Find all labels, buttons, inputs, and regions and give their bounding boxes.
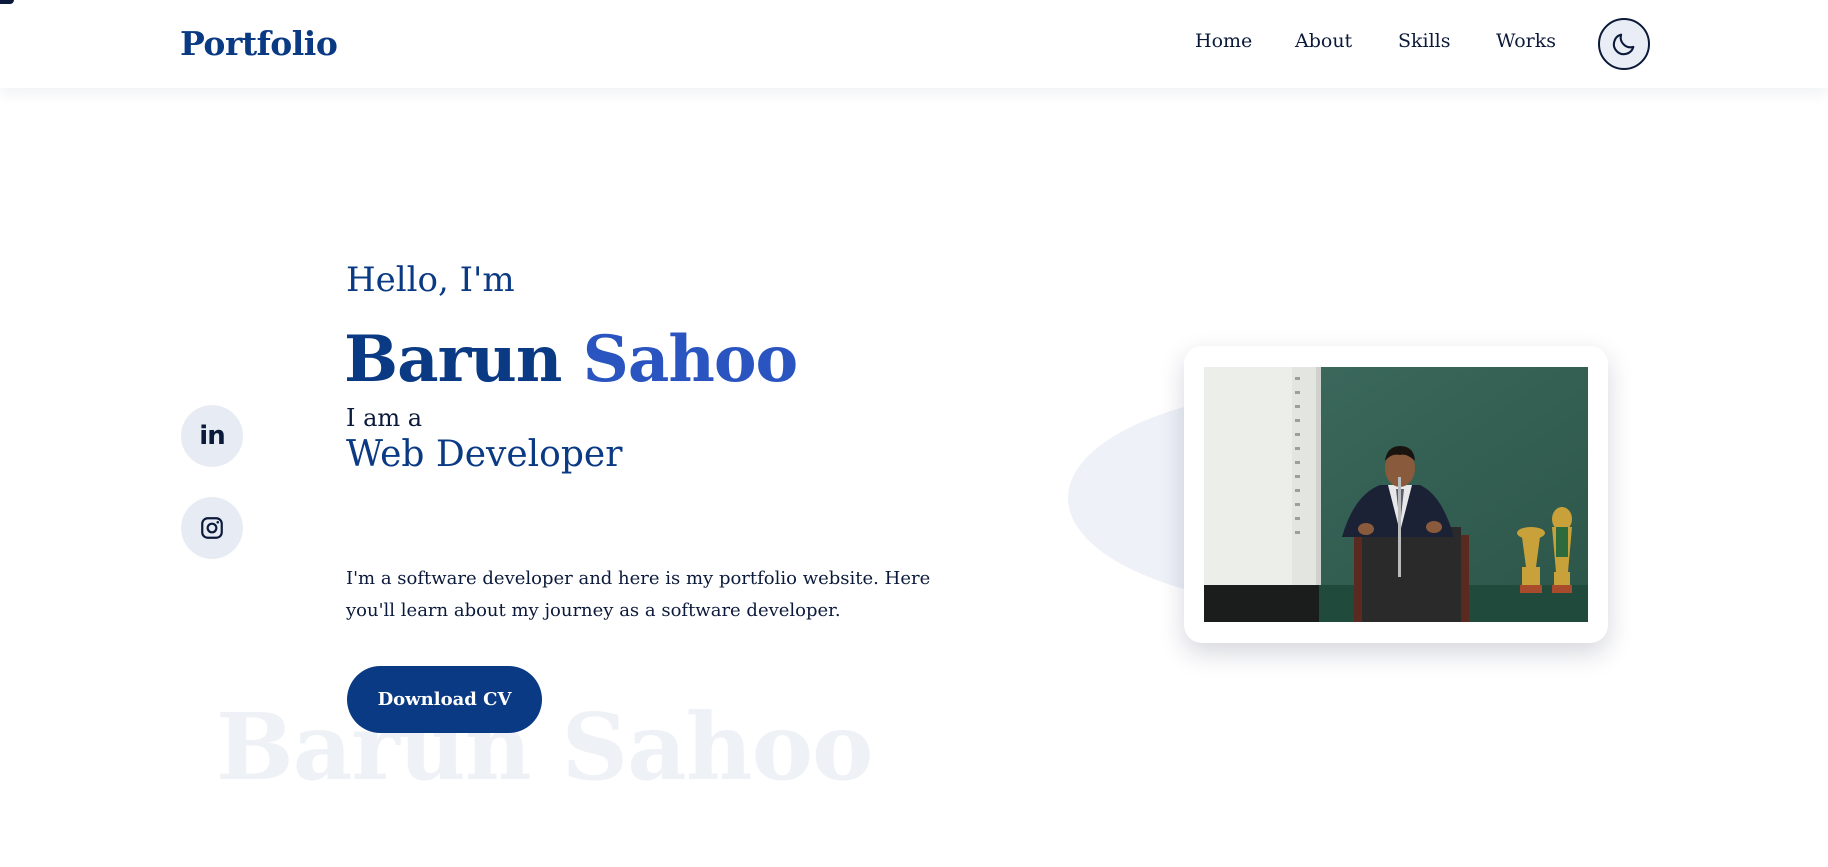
nav-about[interactable]: About xyxy=(1295,30,1398,52)
nav-skills[interactable]: Skills xyxy=(1398,30,1496,52)
instagram-button[interactable] xyxy=(181,497,243,559)
name-watermark: Barun Sahoo xyxy=(216,693,873,801)
download-cv-button[interactable]: Download CV xyxy=(347,666,542,733)
profile-photo xyxy=(1204,367,1588,622)
hero-name: Barun Sahoo xyxy=(344,322,799,397)
profile-photo-card xyxy=(1184,346,1608,643)
nav-home[interactable]: Home xyxy=(1195,30,1295,52)
intro-text: I am a xyxy=(346,404,423,432)
main-nav: Home About Skills Works xyxy=(1195,30,1566,52)
moon-icon xyxy=(1612,33,1635,56)
last-name: Sahoo xyxy=(582,322,799,397)
instagram-icon xyxy=(201,517,223,539)
nav-works[interactable]: Works xyxy=(1496,30,1566,52)
site-header: Portfolio Home About Skills Works xyxy=(0,0,1828,88)
theme-toggle-button[interactable] xyxy=(1598,18,1650,70)
hero-description: I'm a software developer and here is my … xyxy=(346,568,931,621)
linkedin-button[interactable]: in xyxy=(181,405,243,467)
role-text: Web Developer xyxy=(346,434,623,475)
first-name: Barun xyxy=(344,322,562,397)
site-logo[interactable]: Portfolio xyxy=(180,24,338,63)
linkedin-icon: in xyxy=(199,421,225,451)
corner-mark xyxy=(0,0,14,4)
speaker-photo-illustration xyxy=(1204,367,1588,622)
greeting: Hello, I'm xyxy=(346,260,515,300)
